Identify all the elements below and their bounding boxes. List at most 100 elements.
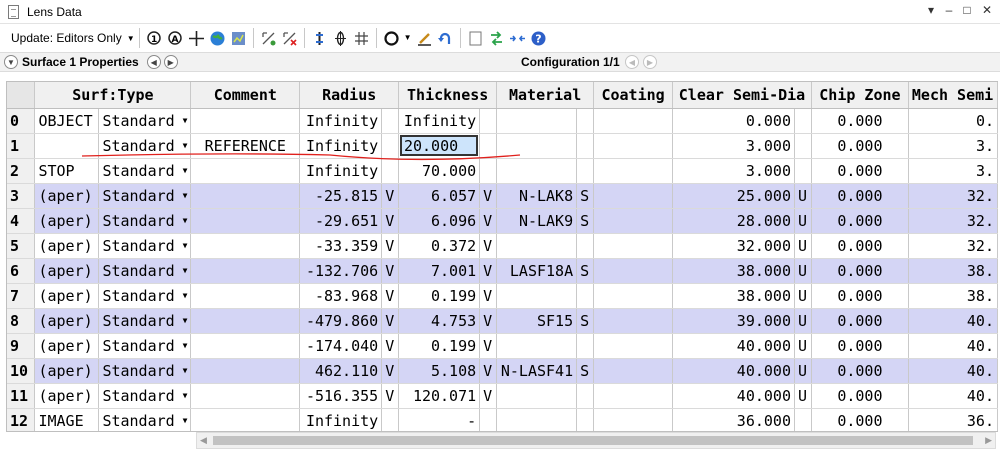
row-number[interactable]: 2 bbox=[7, 158, 36, 184]
mech-semi-cell[interactable]: 32. bbox=[908, 183, 998, 209]
table-row[interactable]: 1 Standard ▼ REFERENCE Infinity 20.000 3.000 0.… bbox=[7, 133, 998, 159]
chip-zone-cell[interactable]: 0.000 bbox=[811, 408, 909, 431]
table-row[interactable]: 3 (aper) Standard ▼ -25.815 V 6.057 V N-LAK8 S 25.… bbox=[7, 183, 998, 209]
thickness-cell[interactable]: Infinity bbox=[398, 108, 481, 134]
surface-type[interactable]: Standard ▼ bbox=[98, 108, 192, 134]
row-number[interactable]: 12 bbox=[7, 408, 36, 431]
comment-cell[interactable] bbox=[190, 208, 301, 234]
clear-semi-dia-cell[interactable]: 32.000 bbox=[672, 233, 795, 259]
radius-cell[interactable]: Infinity bbox=[299, 133, 383, 159]
surface-type[interactable]: Standard ▼ bbox=[98, 283, 192, 309]
coating-cell[interactable] bbox=[593, 308, 674, 334]
radius-solve[interactable] bbox=[381, 108, 400, 134]
row-number[interactable]: 11 bbox=[7, 383, 36, 409]
header-mech-semi[interactable]: Mech Semi bbox=[908, 82, 998, 109]
clear-semi-dia-cell[interactable]: 40.000 bbox=[672, 383, 795, 409]
table-row[interactable]: 12 IMAGE Standard ▼ Infinity - 36.000 0.000 36. bbox=[7, 408, 998, 431]
radius-cell[interactable]: -516.355 bbox=[299, 383, 383, 409]
material-cell[interactable] bbox=[496, 383, 578, 409]
surface-label[interactable]: (aper) bbox=[34, 333, 100, 359]
clear-semi-dia-cell[interactable]: 36.000 bbox=[672, 408, 795, 431]
mech-semi-cell[interactable]: 38. bbox=[908, 258, 998, 284]
radius-solve[interactable]: V bbox=[381, 183, 400, 209]
mech-semi-cell[interactable]: 40. bbox=[908, 358, 998, 384]
surface-type[interactable]: Standard ▼ bbox=[98, 133, 192, 159]
thickness-solve[interactable] bbox=[479, 158, 498, 184]
material-solve[interactable] bbox=[576, 333, 595, 359]
thickness-solve[interactable]: V bbox=[479, 358, 498, 384]
page-icon[interactable] bbox=[467, 30, 484, 47]
radius-cell[interactable]: -33.359 bbox=[299, 233, 383, 259]
comment-cell[interactable] bbox=[190, 308, 301, 334]
surface-type[interactable]: Standard ▼ bbox=[98, 233, 192, 259]
material-solve[interactable] bbox=[576, 158, 595, 184]
coating-cell[interactable] bbox=[593, 133, 674, 159]
row-number[interactable]: 9 bbox=[7, 333, 36, 359]
clear-semi-dia-solve[interactable]: U bbox=[794, 283, 812, 309]
material-cell[interactable]: N-LAK9 bbox=[496, 208, 578, 234]
radius-solve[interactable]: V bbox=[381, 308, 400, 334]
material-solve[interactable]: S bbox=[576, 183, 595, 209]
material-cell[interactable] bbox=[496, 108, 578, 134]
chip-zone-cell[interactable]: 0.000 bbox=[811, 258, 909, 284]
radius-solve[interactable] bbox=[381, 133, 400, 159]
chevron-down-icon[interactable]: ▼ bbox=[183, 316, 188, 325]
surface-type[interactable]: Standard ▼ bbox=[98, 333, 192, 359]
circle-tool-icon[interactable] bbox=[383, 30, 400, 47]
mech-semi-cell[interactable]: 3. bbox=[908, 133, 998, 159]
chip-zone-cell[interactable]: 0.000 bbox=[811, 358, 909, 384]
thickness-solve[interactable]: V bbox=[479, 383, 498, 409]
thickness-solve[interactable] bbox=[479, 133, 498, 159]
thickness-cell[interactable]: 5.108 bbox=[398, 358, 481, 384]
clear-semi-dia-solve[interactable]: U bbox=[794, 258, 812, 284]
rings-icon[interactable] bbox=[332, 30, 349, 47]
row-number[interactable]: 8 bbox=[7, 308, 36, 334]
clear-semi-dia-cell[interactable]: 40.000 bbox=[672, 333, 795, 359]
comment-cell[interactable] bbox=[190, 358, 301, 384]
thickness-cell[interactable]: 0.372 bbox=[398, 233, 481, 259]
mech-semi-cell[interactable]: 32. bbox=[908, 233, 998, 259]
chip-zone-cell[interactable]: 0.000 bbox=[811, 158, 909, 184]
clear-semi-dia-cell[interactable]: 40.000 bbox=[672, 358, 795, 384]
mech-semi-cell[interactable]: 36. bbox=[908, 408, 998, 431]
surface-properties-label[interactable]: Surface 1 Properties bbox=[22, 55, 139, 69]
thickness-cell[interactable]: 4.753 bbox=[398, 308, 481, 334]
material-solve[interactable] bbox=[576, 233, 595, 259]
table-row[interactable]: 6 (aper) Standard ▼ -132.706 V 7.001 V LASF18A S 3… bbox=[7, 258, 998, 284]
material-cell[interactable] bbox=[496, 333, 578, 359]
surface-label[interactable]: (aper) bbox=[34, 383, 100, 409]
clear-semi-dia-solve[interactable]: U bbox=[794, 208, 812, 234]
scroll-right-icon[interactable]: ▶ bbox=[985, 435, 992, 446]
close-icon[interactable]: ✕ bbox=[978, 3, 996, 17]
material-solve[interactable]: S bbox=[576, 258, 595, 284]
draw-icon[interactable] bbox=[416, 30, 433, 47]
surface-label[interactable]: (aper) bbox=[34, 358, 100, 384]
chevron-down-icon[interactable]: ▼ bbox=[183, 266, 188, 275]
clear-semi-dia-solve[interactable] bbox=[794, 108, 812, 134]
mech-semi-cell[interactable]: 40. bbox=[908, 308, 998, 334]
header-clear-semi-dia[interactable]: Clear Semi-Dia bbox=[672, 82, 812, 109]
thickness-cell[interactable]: 0.199 bbox=[398, 333, 481, 359]
table-row[interactable]: 10 (aper) Standard ▼ 462.110 V 5.108 V N-LASF41 S… bbox=[7, 358, 998, 384]
clear-semi-dia-solve[interactable]: U bbox=[794, 233, 812, 259]
table-row[interactable]: 9 (aper) Standard ▼ -174.040 V 0.199 V 40.000 U 0.… bbox=[7, 333, 998, 359]
table-row[interactable]: 7 (aper) Standard ▼ -83.968 V 0.199 V 38.000 U 0.0… bbox=[7, 283, 998, 309]
scroll-left-icon[interactable]: ◀ bbox=[200, 435, 207, 446]
clear-semi-dia-cell[interactable]: 28.000 bbox=[672, 208, 795, 234]
radius-cell[interactable]: Infinity bbox=[299, 408, 383, 431]
row-number[interactable]: 6 bbox=[7, 258, 36, 284]
header-coating[interactable]: Coating bbox=[593, 82, 674, 109]
radius-solve[interactable]: V bbox=[381, 283, 400, 309]
thickness-cell[interactable]: 7.001 bbox=[398, 258, 481, 284]
chip-zone-cell[interactable]: 0.000 bbox=[811, 208, 909, 234]
vertical-icon[interactable] bbox=[311, 30, 328, 47]
chevron-down-icon[interactable]: ▼ bbox=[183, 391, 188, 400]
thickness-solve[interactable]: V bbox=[479, 258, 498, 284]
material-cell[interactable]: LASF18A bbox=[496, 258, 578, 284]
comment-cell[interactable] bbox=[190, 333, 301, 359]
fit-icon[interactable] bbox=[509, 30, 526, 47]
clear-semi-dia-cell[interactable]: 38.000 bbox=[672, 283, 795, 309]
chevron-down-icon[interactable]: ▼ bbox=[4, 55, 18, 69]
radius-solve[interactable] bbox=[381, 158, 400, 184]
horizontal-scrollbar[interactable]: ◀ ▶ bbox=[196, 432, 996, 449]
